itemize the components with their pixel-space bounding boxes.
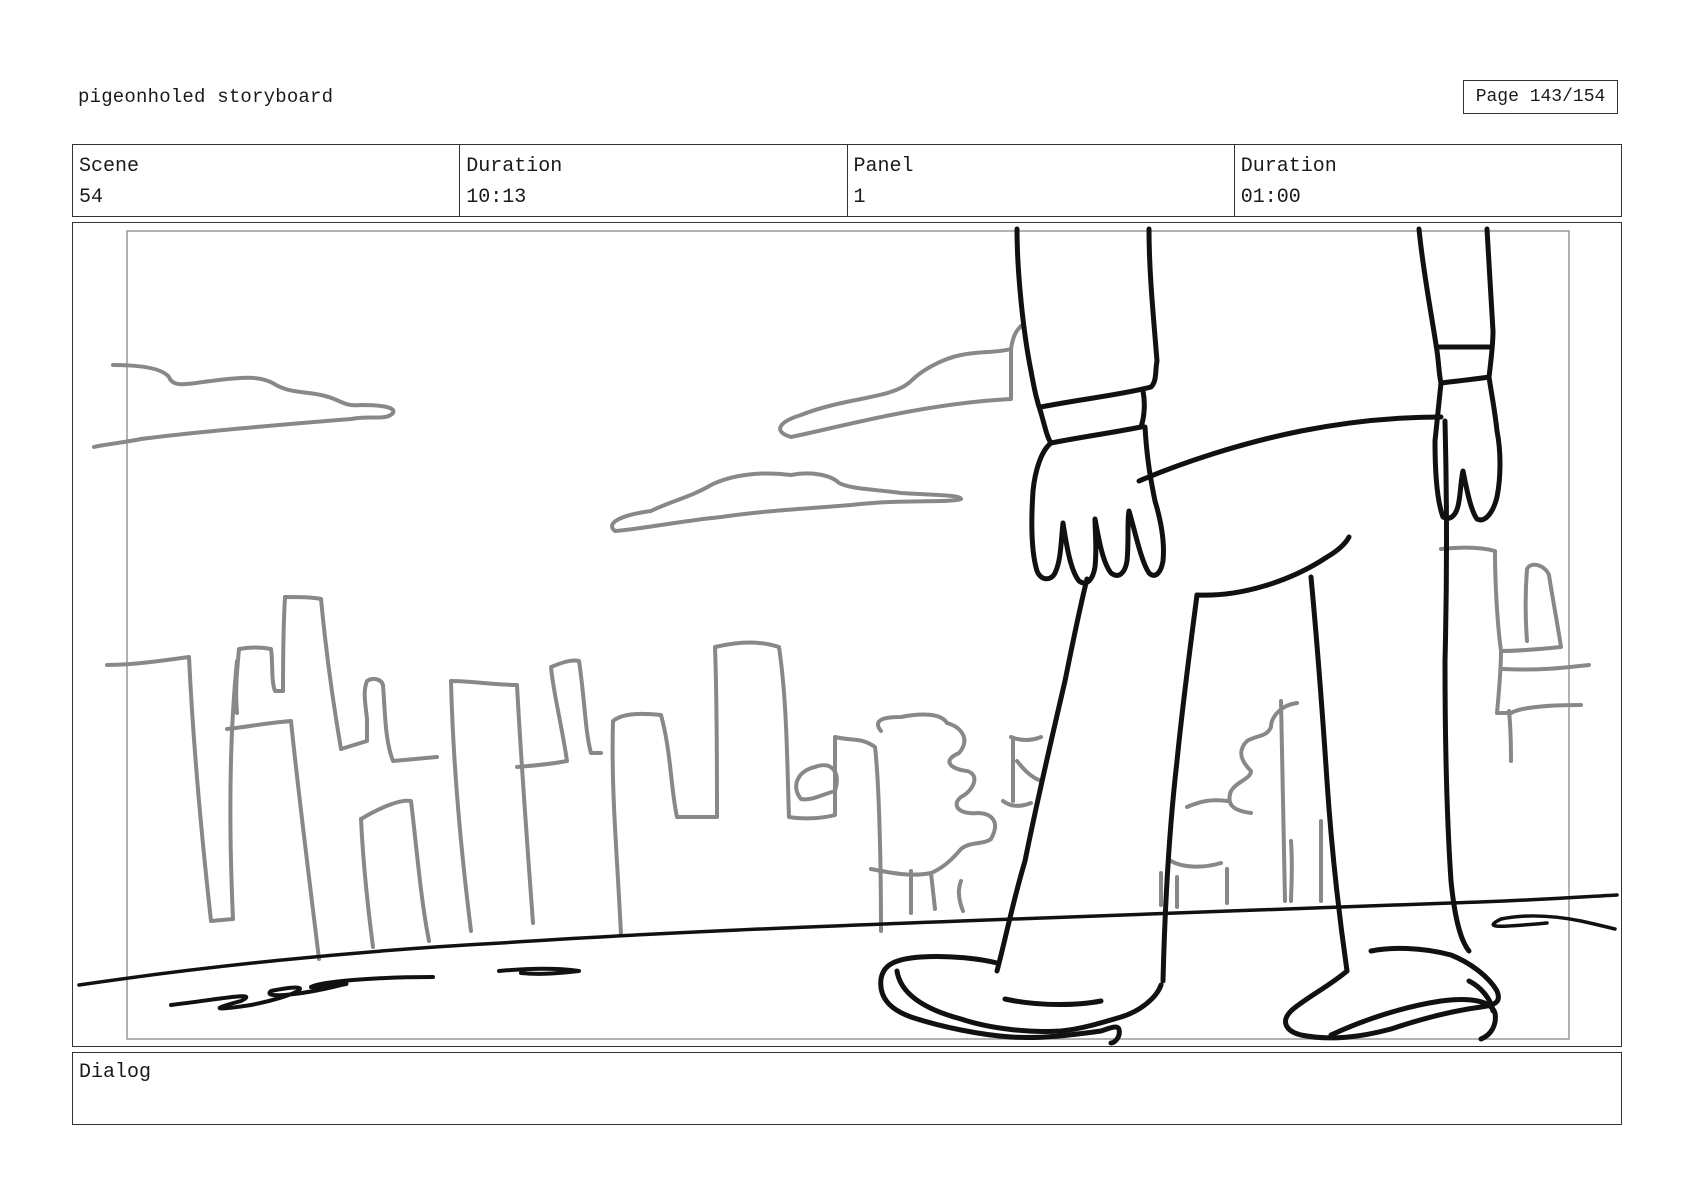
city-skyline bbox=[105, 595, 883, 961]
document-title: pigeonholed storyboard bbox=[78, 86, 334, 108]
panel-cell: Panel 1 bbox=[848, 145, 1235, 216]
ground-line bbox=[77, 893, 1619, 987]
page-number-box: Page 143/154 bbox=[1463, 80, 1618, 114]
storyboard-panel bbox=[72, 222, 1622, 1047]
dialog-box: Dialog bbox=[72, 1052, 1622, 1125]
scene-duration-label: Duration bbox=[466, 155, 563, 178]
page-number: Page 143/154 bbox=[1475, 87, 1606, 107]
panel-duration-cell: Duration 01:00 bbox=[1235, 145, 1621, 216]
scene-cell: Scene 54 bbox=[73, 145, 461, 216]
panel-duration-label: Duration bbox=[1240, 155, 1337, 178]
ground-shadows bbox=[169, 966, 581, 1011]
trees bbox=[869, 699, 1299, 915]
scene-duration-value: 10:13 bbox=[466, 186, 527, 209]
panel-drawing bbox=[77, 226, 1619, 1046]
left-sleeve bbox=[1014, 226, 1044, 416]
scene-label: Scene bbox=[79, 155, 140, 178]
background-buildings-right bbox=[1289, 545, 1591, 903]
dialog-label: Dialog bbox=[79, 1061, 152, 1084]
scene-info-table: Scene 54 Duration 10:13 Panel 1 Duration… bbox=[72, 144, 1622, 217]
safe-area-guide bbox=[126, 230, 1570, 1040]
right-leg bbox=[1194, 534, 1352, 598]
panel-label: Panel bbox=[853, 155, 914, 178]
waistband bbox=[1136, 414, 1444, 484]
right-sleeve bbox=[1416, 226, 1496, 386]
left-hand bbox=[1029, 424, 1166, 586]
scene-duration-cell: Duration 10:13 bbox=[460, 145, 848, 216]
panel-duration-value: 01:00 bbox=[1240, 186, 1301, 209]
scene-value: 54 bbox=[79, 186, 104, 209]
panel-value: 1 bbox=[853, 186, 866, 209]
right-shoe bbox=[1283, 945, 1501, 1041]
left-leg bbox=[994, 576, 1090, 974]
clouds bbox=[92, 324, 1023, 533]
